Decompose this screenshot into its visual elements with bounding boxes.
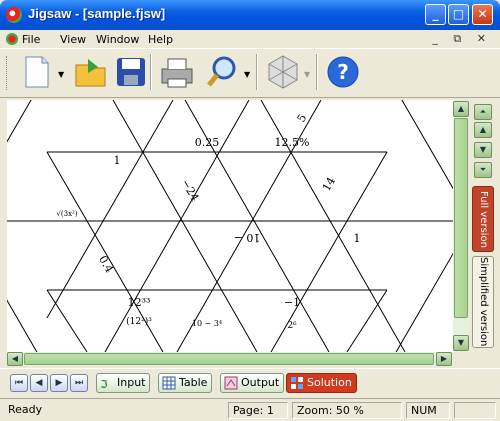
puzzle-cell: 2⁶: [287, 321, 297, 331]
window-title: Jigsaw - [sample.fjsw]: [28, 6, 166, 21]
tab-simplified-version[interactable]: Simplified version: [472, 256, 494, 348]
status-text: Ready: [8, 403, 43, 416]
puzzle-canvas[interactable]: 0.25 12.5% 5 1 −24 12³³ −1 10 − 3⁴ 1 10 …: [7, 100, 453, 352]
puzzle-cell: −1: [284, 296, 300, 309]
menu-window[interactable]: Window: [96, 33, 139, 46]
zoom-icon[interactable]: [204, 53, 242, 91]
mdi-buttons[interactable]: _ ⧉ ✕: [432, 32, 492, 46]
doc-icon[interactable]: [6, 33, 18, 45]
page-prev-icon[interactable]: ▲: [474, 122, 492, 138]
puzzle-cell: 0.25: [195, 136, 220, 149]
print-icon[interactable]: [158, 53, 196, 91]
status-empty-pane: [454, 402, 496, 419]
puzzle-cell: 1: [354, 232, 361, 245]
toolbar-separator: [316, 54, 318, 90]
scroll-down-icon[interactable]: ▼: [453, 335, 469, 351]
puzzle-cell: 10 −: [234, 231, 261, 244]
pattern-icon[interactable]: [264, 53, 302, 91]
puzzle-cell: 5: [295, 112, 310, 125]
horizontal-scroll-thumb[interactable]: [24, 353, 434, 365]
page-last-icon[interactable]: ⏷: [474, 162, 492, 178]
puzzle-cell: 1: [114, 154, 121, 167]
page-indicator: Page: 1: [228, 402, 288, 419]
zoom-indicator: Zoom: 50 %: [292, 402, 402, 419]
tab-output[interactable]: Output: [220, 373, 285, 393]
last-icon[interactable]: ⏭: [70, 374, 88, 392]
puzzle-cell: 14: [320, 175, 338, 194]
save-icon[interactable]: [112, 53, 150, 91]
puzzle-cell: 10 − 3⁴: [192, 319, 222, 328]
menu-file[interactable]: File: [22, 33, 40, 46]
menu-help[interactable]: Help: [148, 33, 173, 46]
tab-full-version[interactable]: Full version: [472, 186, 494, 252]
output-icon: [224, 376, 238, 390]
prev-icon[interactable]: ◀: [30, 374, 48, 392]
maximize-button[interactable]: □: [448, 4, 469, 25]
zoom-dropdown-icon[interactable]: ▼: [244, 70, 250, 79]
new-document-icon[interactable]: [18, 53, 56, 91]
toolbar-separator: [150, 54, 152, 90]
puzzle-cell: 12³³: [128, 296, 151, 309]
puzzle-cell: (12²)³: [126, 316, 152, 327]
tab-table[interactable]: Table: [158, 373, 213, 393]
puzzle-cell: −24: [179, 177, 202, 204]
svg-text:?: ?: [337, 60, 349, 84]
app-icon[interactable]: [6, 7, 22, 23]
tab-input[interactable]: ℑ Input: [96, 373, 151, 393]
tab-solution[interactable]: Solution: [286, 373, 357, 393]
scroll-up-icon[interactable]: ▲: [453, 101, 469, 117]
puzzle-cell: √(3x²): [56, 210, 77, 218]
page-first-icon[interactable]: ⏶: [474, 104, 492, 120]
input-icon: ℑ: [100, 378, 108, 391]
page-next-icon[interactable]: ▼: [474, 142, 492, 158]
toolbar-grip[interactable]: [6, 56, 9, 90]
puzzle-cell: 0.4: [96, 253, 116, 275]
help-icon[interactable]: ?: [324, 53, 362, 91]
toolbar-separator: [256, 54, 258, 90]
num-lock-indicator: NUM: [406, 402, 450, 419]
pattern-dropdown-icon[interactable]: ▼: [304, 70, 310, 79]
minimize-button[interactable]: _: [425, 4, 446, 25]
menu-view[interactable]: View: [60, 33, 86, 46]
puzzle-cell: 12.5%: [275, 136, 310, 149]
table-icon: [162, 376, 176, 390]
vertical-scroll-thumb[interactable]: [454, 118, 468, 318]
first-icon[interactable]: ⏮: [10, 374, 28, 392]
scroll-left-icon[interactable]: ◀: [7, 352, 23, 366]
new-dropdown-icon[interactable]: ▼: [58, 70, 64, 79]
next-icon[interactable]: ▶: [50, 374, 68, 392]
scroll-right-icon[interactable]: ▶: [436, 352, 452, 366]
solution-icon: [290, 376, 304, 390]
open-folder-icon[interactable]: [72, 53, 110, 91]
close-button[interactable]: ✕: [472, 4, 493, 25]
